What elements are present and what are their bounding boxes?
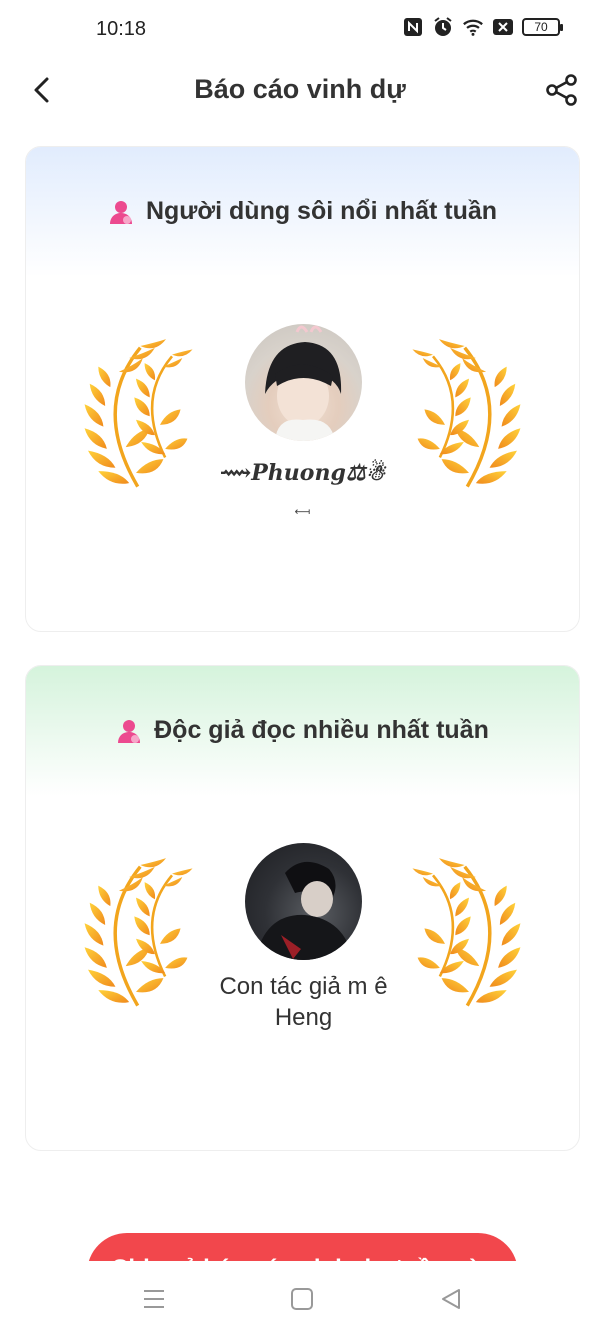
user-name: Con tác giả m ê Heng [219, 973, 388, 1031]
back-triangle-icon [442, 1289, 460, 1309]
card-title: Độc giả đọc nhiều nhất tuần [154, 716, 489, 744]
page-title: Báo cáo vinh dự [194, 74, 406, 104]
card-title: Người dùng sôi nổi nhất tuần [145, 197, 498, 225]
user-icon [118, 719, 141, 743]
user-name: ⟿𝑷𝒉𝒖𝒐𝒏𝒈⚖☃ [219, 460, 386, 486]
user-icon [109, 200, 132, 224]
status-bar: 10:18 70 [0, 0, 600, 60]
user-name-suffix: ⟻ [294, 506, 311, 518]
system-back-button[interactable] [437, 1285, 465, 1313]
card-title-row: Người dùng sôi nổi nhất tuần [26, 197, 579, 226]
card-title-row: Độc giả đọc nhiều nhất tuần [26, 716, 579, 745]
top-reader-card: Độc giả đọc nhiều nhất tuần Con tác giả … [25, 665, 580, 1151]
laurel-right-icon [410, 856, 523, 1008]
share-button[interactable] [542, 70, 582, 110]
wifi-icon [462, 16, 484, 38]
signal-off-icon [492, 16, 514, 38]
battery-icon: 70 [522, 18, 563, 36]
avatar-photo [265, 325, 342, 441]
laurel-left-icon [82, 856, 195, 1008]
system-nav-bar [0, 1261, 600, 1335]
nav-bar: Báo cáo vinh dự [0, 60, 600, 120]
card-header: Người dùng sôi nổi nhất tuần [26, 147, 579, 277]
home-icon [291, 1288, 313, 1310]
card-header: Độc giả đọc nhiều nhất tuần [26, 666, 579, 796]
avatar[interactable] [245, 843, 362, 960]
alarm-icon [432, 16, 454, 38]
menu-button[interactable] [140, 1285, 168, 1313]
active-user-card: Người dùng sôi nổi nhất tuần ⟿𝑷𝒉𝒖𝒐𝒏𝒈⚖☃ ⟻ [25, 146, 580, 632]
nfc-icon [402, 16, 424, 38]
menu-icon [144, 1290, 164, 1308]
avatar-photo [255, 861, 353, 960]
status-time: 10:18 [96, 18, 147, 40]
share-icon [546, 74, 577, 106]
status-icons: 70 [402, 16, 563, 38]
home-button[interactable] [288, 1285, 316, 1313]
avatar[interactable] [245, 324, 362, 441]
